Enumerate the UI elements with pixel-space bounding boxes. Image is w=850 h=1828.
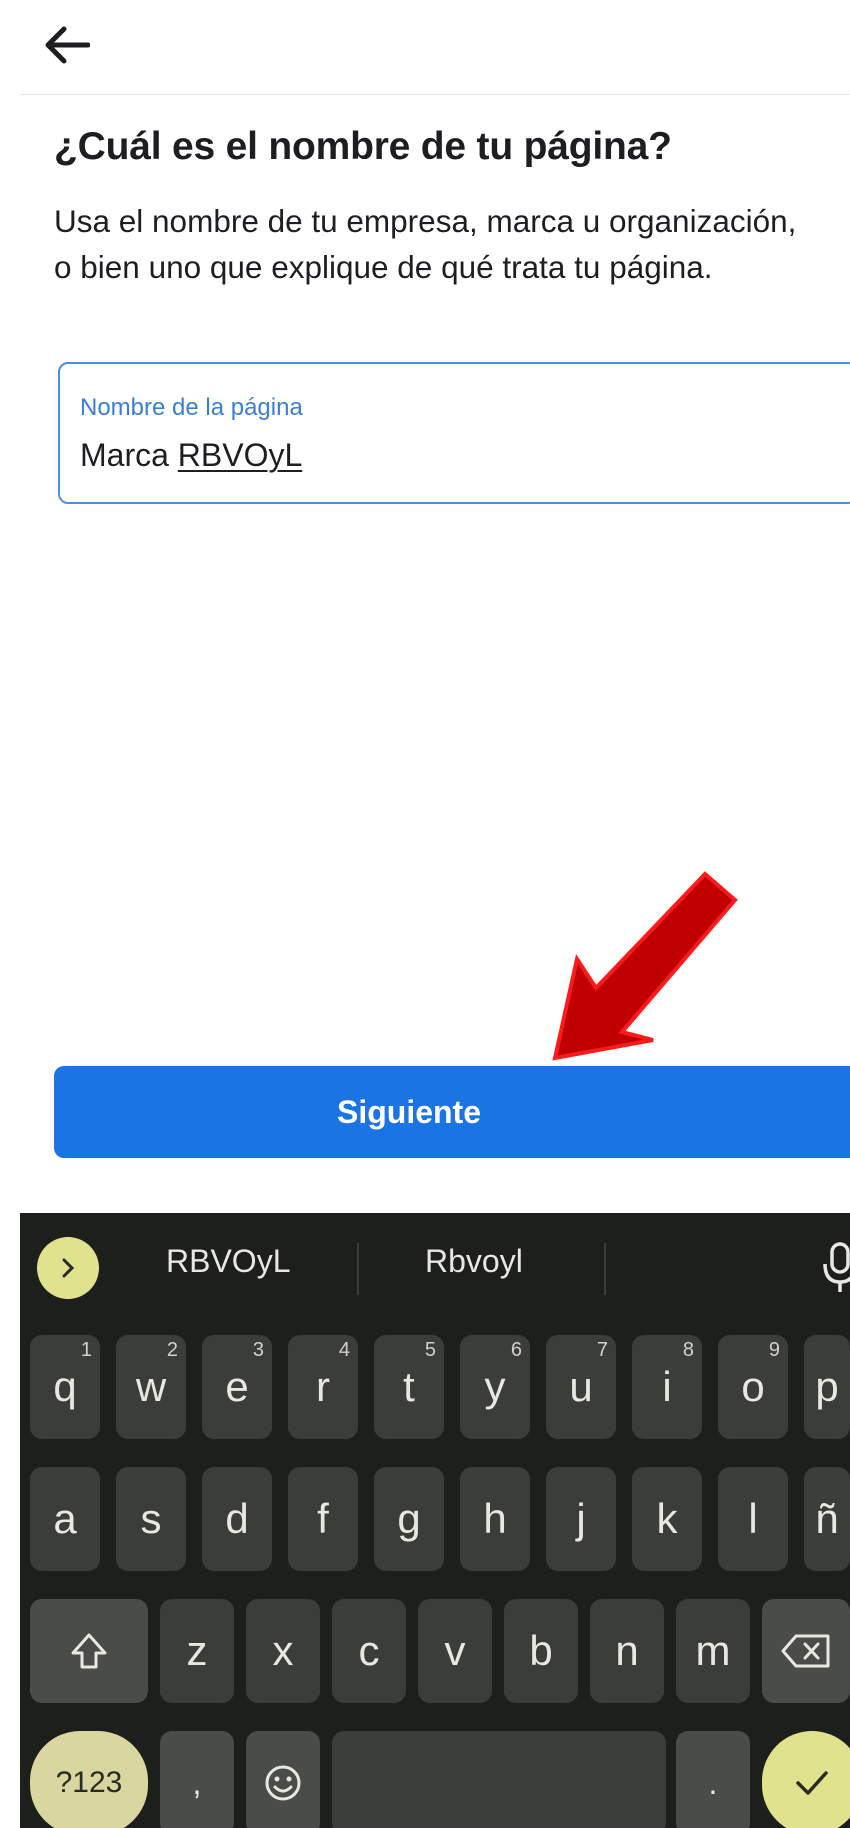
suggestion-divider: [357, 1243, 359, 1295]
page-name-label: Nombre de la página: [80, 394, 303, 421]
key-g[interactable]: g: [374, 1467, 444, 1571]
key-d[interactable]: d: [202, 1467, 272, 1571]
key-o[interactable]: o9: [718, 1335, 788, 1439]
key-j[interactable]: j: [546, 1467, 616, 1571]
page-name-value[interactable]: Marca RBVOyL: [80, 437, 302, 474]
emoji-key[interactable]: [246, 1731, 320, 1828]
backspace-key[interactable]: [762, 1599, 850, 1703]
emoji-icon: [265, 1765, 301, 1801]
next-button-label: Siguiente: [336, 1093, 481, 1130]
key-l[interactable]: l: [718, 1467, 788, 1571]
page-name-value-composing: RBVOyL: [177, 437, 303, 473]
page-name-field[interactable]: Nombre de la página Marca RBVOyL: [58, 362, 850, 504]
expand-toolbar-button[interactable]: [37, 1237, 99, 1299]
soft-keyboard: RBVOyL Rbvoyl q1 w2 e3 r4 t5 y6 u7 i8 o9…: [20, 1213, 850, 1828]
comma-key[interactable]: ,: [160, 1731, 234, 1828]
next-button[interactable]: Siguiente: [54, 1066, 850, 1158]
key-z[interactable]: z: [160, 1599, 234, 1703]
key-y[interactable]: y6: [460, 1335, 530, 1439]
space-key[interactable]: [332, 1731, 666, 1828]
key-h[interactable]: h: [460, 1467, 530, 1571]
arrow-left-icon: [45, 26, 90, 64]
annotation-arrow: [552, 871, 738, 1061]
suggestion-strip: RBVOyL Rbvoyl: [20, 1213, 850, 1317]
key-b[interactable]: b: [504, 1599, 578, 1703]
shift-icon: [71, 1633, 107, 1669]
key-r[interactable]: r4: [288, 1335, 358, 1439]
key-t[interactable]: t5: [374, 1335, 444, 1439]
enter-key[interactable]: [762, 1731, 850, 1828]
key-k[interactable]: k: [632, 1467, 702, 1571]
key-p[interactable]: p: [804, 1335, 850, 1439]
backspace-icon: [781, 1634, 830, 1668]
key-n-tilde[interactable]: ñ: [804, 1467, 850, 1571]
key-x[interactable]: x: [246, 1599, 320, 1703]
voice-input-button[interactable]: [820, 1238, 850, 1298]
page-title: ¿Cuál es el nombre de tu página?: [54, 125, 672, 168]
key-q[interactable]: q1: [30, 1335, 100, 1439]
key-n[interactable]: n: [590, 1599, 664, 1703]
key-v[interactable]: v: [418, 1599, 492, 1703]
page-description: Usa el nombre de tu empresa, marca u org…: [54, 203, 797, 285]
suggestion-2[interactable]: Rbvoyl: [425, 1243, 523, 1280]
period-key[interactable]: .: [676, 1731, 750, 1828]
key-i[interactable]: i8: [632, 1335, 702, 1439]
back-button[interactable]: [32, 10, 102, 80]
checkmark-icon: [796, 1771, 828, 1795]
symbols-key[interactable]: ?123: [30, 1731, 148, 1828]
microphone-icon: [823, 1242, 850, 1292]
key-f[interactable]: f: [288, 1467, 358, 1571]
top-bar: [20, 0, 850, 95]
shift-key[interactable]: [30, 1599, 148, 1703]
chevron-right-icon: [62, 1258, 75, 1278]
key-a[interactable]: a: [30, 1467, 100, 1571]
key-m[interactable]: m: [676, 1599, 750, 1703]
suggestion-divider: [604, 1243, 606, 1295]
key-e[interactable]: e3: [202, 1335, 272, 1439]
key-w[interactable]: w2: [116, 1335, 186, 1439]
key-s[interactable]: s: [116, 1467, 186, 1571]
suggestion-1[interactable]: RBVOyL: [166, 1243, 290, 1280]
key-c[interactable]: c: [332, 1599, 406, 1703]
create-page-screen: ¿Cuál es el nombre de tu página? Usa el …: [0, 0, 850, 1828]
key-u[interactable]: u7: [546, 1335, 616, 1439]
page-name-value-prefix: Marca: [80, 437, 178, 473]
